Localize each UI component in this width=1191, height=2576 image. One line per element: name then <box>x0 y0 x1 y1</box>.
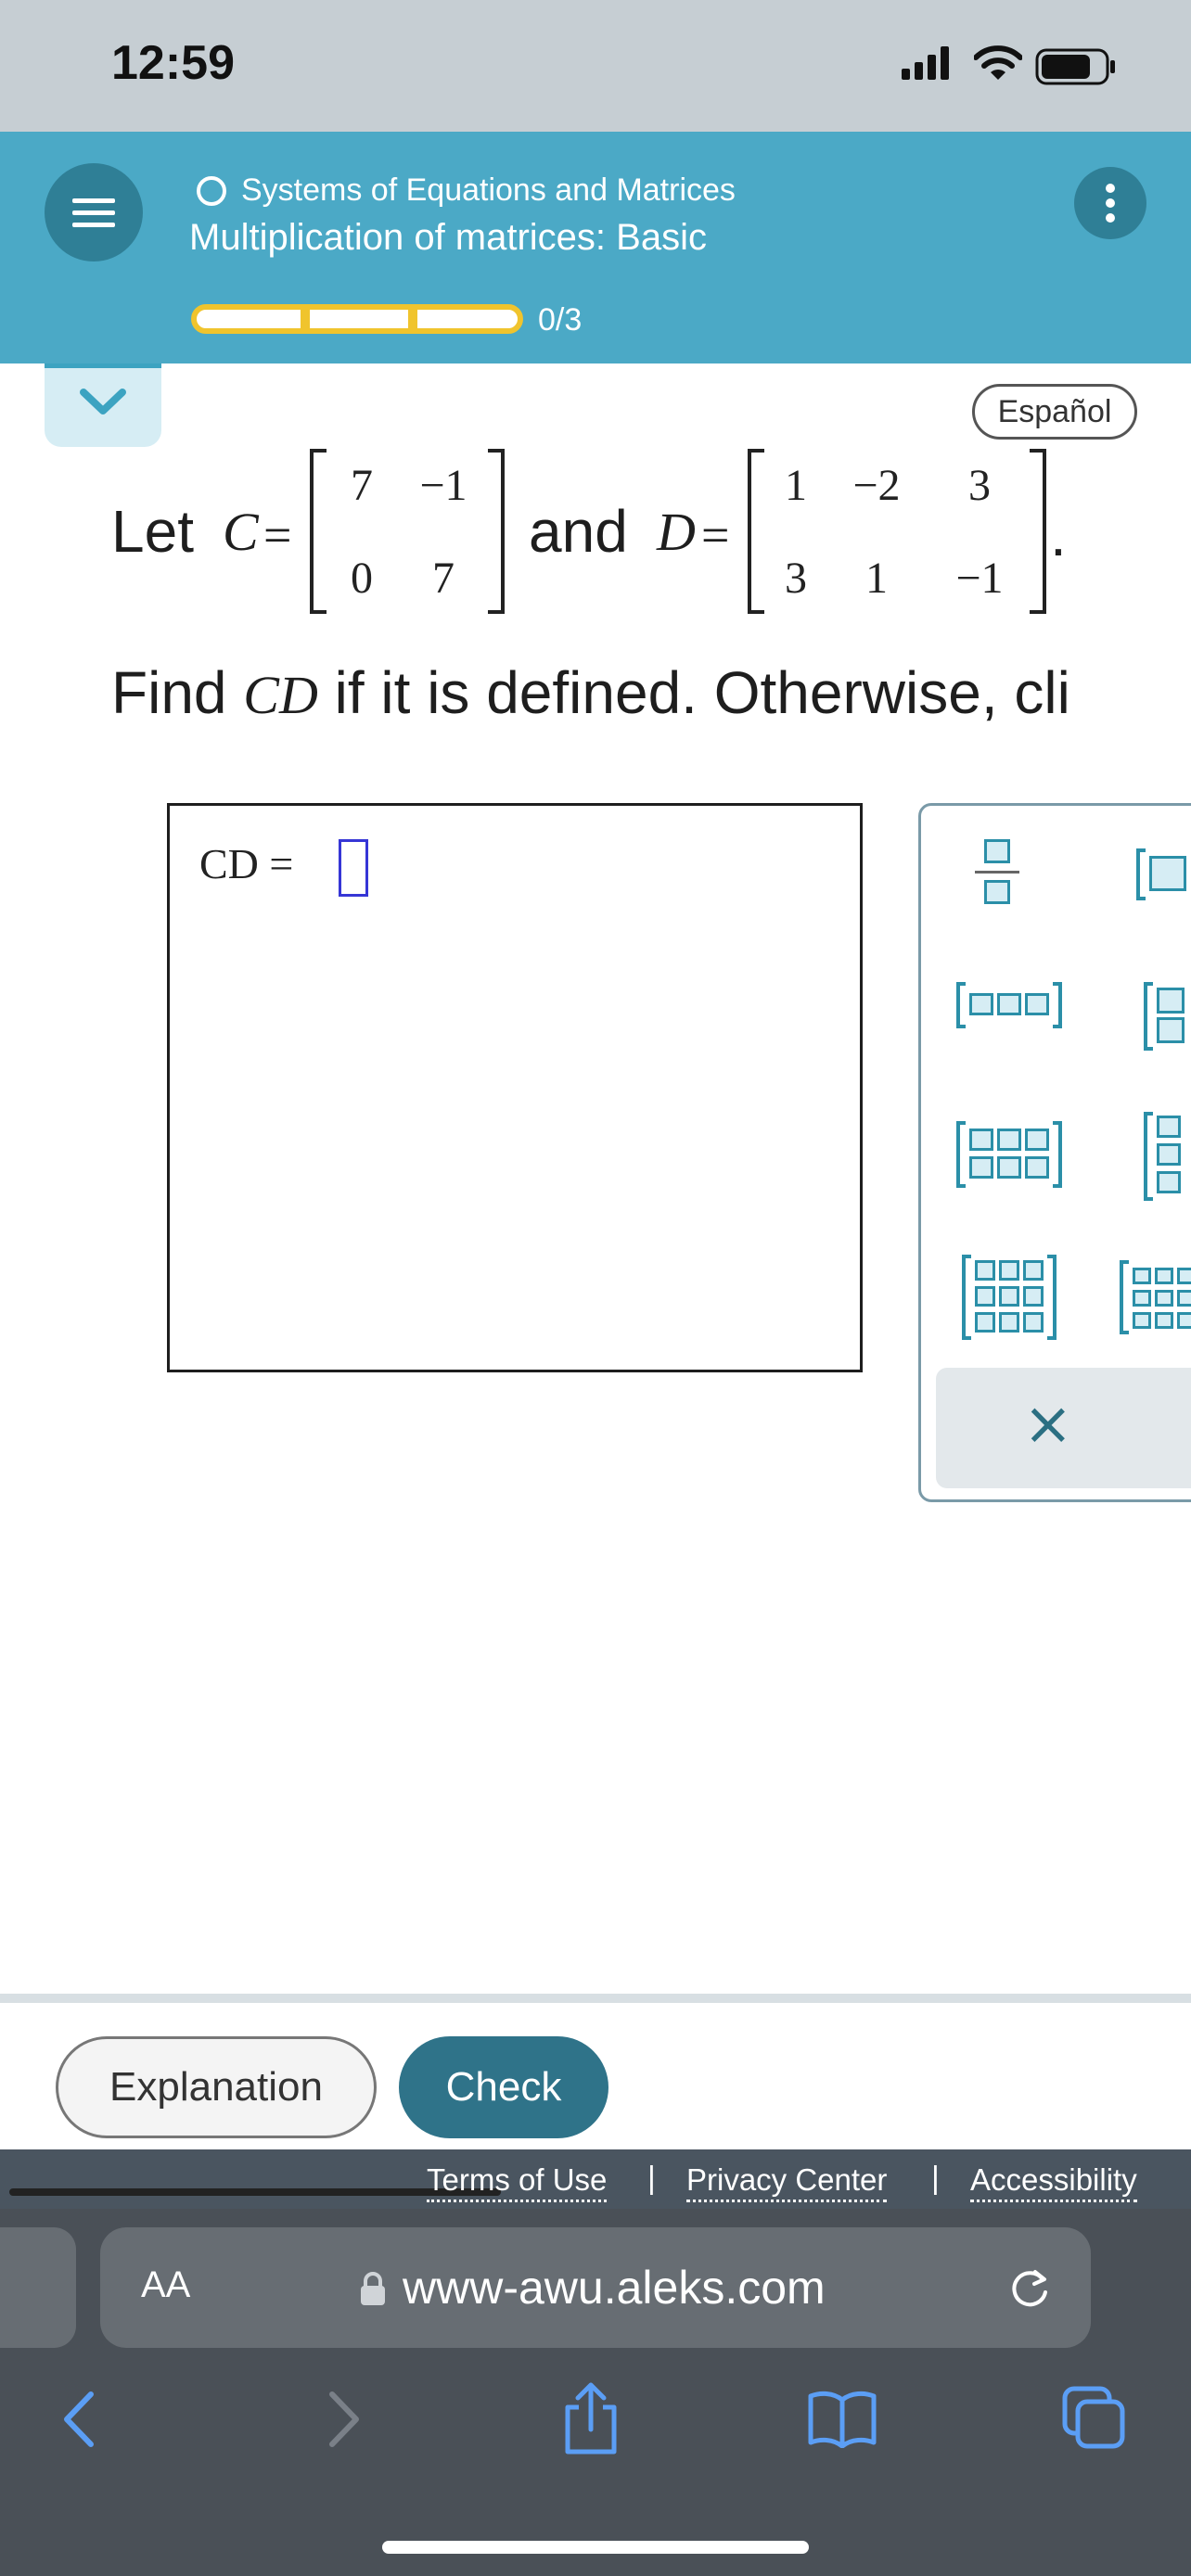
matrix-d-cell: −1 <box>955 554 1004 603</box>
left-bracket <box>310 449 327 614</box>
close-icon: × <box>1023 1390 1073 1459</box>
equals-sign-c: = <box>263 507 292 563</box>
let-text: Let <box>111 498 194 565</box>
and-text: and <box>529 498 628 565</box>
find-rest-text: if it is defined. Otherwise, cli <box>334 659 1070 726</box>
topic-header: Systems of Equations and Matrices Multip… <box>0 132 1191 363</box>
action-bar: Explanation Check <box>0 1994 1191 2149</box>
math-palette: × <box>918 803 1191 1502</box>
language-toggle-button[interactable]: Español <box>972 384 1137 440</box>
home-indicator <box>382 2541 809 2554</box>
matrix-3x3-button[interactable] <box>962 1255 1057 1340</box>
matrix-d-cell: 1 <box>865 554 888 603</box>
reader-options-button[interactable]: AA <box>141 2264 190 2306</box>
matrix-c-name: C <box>223 502 259 562</box>
matrix-d-cell: 3 <box>968 461 991 510</box>
status-bar: 12:59 <box>0 0 1191 132</box>
matrix-c-cell: 7 <box>351 461 373 510</box>
progress-text: 0/3 <box>538 302 583 338</box>
matrix-d-name: D <box>657 502 696 562</box>
previous-tab-preview[interactable] <box>0 2227 76 2348</box>
left-bracket <box>748 449 764 614</box>
answer-label: CD = <box>199 840 294 887</box>
url-text: www-awu.aleks.com <box>403 2262 826 2314</box>
tabs-icon[interactable] <box>1061 2385 1128 2452</box>
matrix-2x3-button[interactable] <box>956 1121 1062 1188</box>
equals-sign-d: = <box>701 507 730 563</box>
matrix-3x1-button[interactable] <box>1144 1112 1191 1201</box>
footer-separator: | <box>647 2161 656 2196</box>
menu-button[interactable] <box>45 163 143 261</box>
status-time: 12:59 <box>111 36 235 90</box>
terms-of-use-link[interactable]: Terms of Use <box>427 2162 608 2202</box>
topic-title: Multiplication of matrices: Basic <box>189 217 707 258</box>
matrix-c: 7 −1 0 7 <box>310 449 505 614</box>
matrix-d-cell: 1 <box>785 461 807 510</box>
wifi-icon <box>974 45 1022 80</box>
address-bar[interactable]: AA www-awu.aleks.com <box>100 2227 1091 2348</box>
clear-button[interactable]: × <box>936 1368 1191 1488</box>
bookmarks-icon[interactable] <box>807 2389 877 2448</box>
course-row: Systems of Equations and Matrices <box>197 172 736 209</box>
answer-input[interactable] <box>339 839 368 897</box>
footer-links: Terms of Use | Privacy Center | Accessib… <box>0 2149 1191 2209</box>
matrix-1x3-button[interactable] <box>956 982 1062 1028</box>
cellular-signal-icon <box>902 46 949 80</box>
browser-toolbar: AA www-awu.aleks.com <box>0 2209 1191 2576</box>
matrix-c-cell: 0 <box>351 554 373 603</box>
accessibility-link[interactable]: Accessibility <box>970 2162 1137 2202</box>
reload-icon[interactable] <box>1007 2264 1054 2311</box>
matrix-mxn-button[interactable] <box>1120 1260 1191 1334</box>
check-button[interactable]: Check <box>399 2036 608 2138</box>
share-icon[interactable] <box>560 2381 621 2455</box>
lock-icon <box>361 2272 385 2305</box>
right-bracket <box>488 449 505 614</box>
chevron-down-icon <box>80 389 126 414</box>
matrix-c-cell: 7 <box>432 554 455 603</box>
matrix-c-cell: −1 <box>419 461 467 510</box>
course-title: Systems of Equations and Matrices <box>241 172 736 208</box>
matrix-1x1-button[interactable] <box>1136 848 1191 900</box>
back-icon[interactable] <box>58 2387 104 2452</box>
privacy-center-link[interactable]: Privacy Center <box>686 2162 888 2202</box>
battery-icon <box>1035 48 1115 85</box>
sentence-period: . <box>1050 502 1067 568</box>
progress-bar <box>191 304 523 334</box>
right-bracket <box>1030 449 1046 614</box>
course-circle-icon <box>197 175 226 206</box>
matrix-d: 1 −2 3 3 1 −1 <box>748 449 1046 614</box>
footer-separator: | <box>931 2161 940 2196</box>
more-options-button[interactable] <box>1074 167 1146 239</box>
find-instruction: Find CD if it is defined. Otherwise, cli <box>111 658 1070 727</box>
find-text: Find <box>111 659 227 726</box>
collapse-toggle-button[interactable] <box>45 363 161 447</box>
explanation-button[interactable]: Explanation <box>56 2036 377 2138</box>
answer-box[interactable]: CD = <box>167 803 863 1372</box>
matrix-2x1-button[interactable] <box>1144 982 1191 1051</box>
find-variable: CD <box>243 665 318 725</box>
matrix-d-cell: 3 <box>785 554 807 603</box>
fraction-button[interactable] <box>969 839 1025 913</box>
forward-icon[interactable] <box>319 2387 365 2452</box>
matrix-d-cell: −2 <box>852 461 901 510</box>
